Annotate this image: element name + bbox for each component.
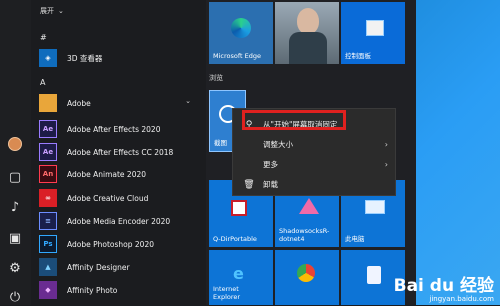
- tile-control-panel[interactable]: 控制面板: [341, 2, 405, 64]
- app-item-adobe-folder[interactable]: Adobe ⌄: [39, 94, 199, 112]
- menu-item-resize[interactable]: 调整大小 ›: [233, 135, 395, 154]
- chrome-icon: [297, 264, 315, 282]
- app-label: Affinity Designer: [67, 262, 130, 272]
- tile-label: Microsoft Edge: [213, 51, 262, 60]
- media-encoder-icon: ≡: [39, 212, 57, 230]
- pictures-icon[interactable]: ▣: [6, 229, 24, 247]
- affinity-photo-icon: ◆: [39, 281, 57, 299]
- q-dir-icon: [231, 200, 247, 216]
- app-item-ae-2020[interactable]: Ae Adobe After Effects 2020: [39, 120, 199, 138]
- person-suit-image: [289, 32, 327, 64]
- tile-label: 控制面板: [345, 51, 371, 60]
- 3d-viewer-icon: ◈: [39, 49, 57, 67]
- app-label: Adobe After Effects 2020: [67, 124, 161, 134]
- app-label: Adobe Media Encoder 2020: [67, 216, 171, 226]
- ie-icon: e: [233, 264, 244, 283]
- app-item-3d-viewer[interactable]: ◈ 3D 查看器: [39, 49, 199, 67]
- tile-person-photo[interactable]: [275, 2, 339, 64]
- documents-icon[interactable]: ▢: [6, 168, 24, 186]
- app-item-photoshop-2020[interactable]: Ps Adobe Photoshop 2020: [39, 235, 199, 253]
- expand-button[interactable]: 展开 ⌄: [40, 6, 64, 16]
- expand-label: 展开: [40, 7, 54, 15]
- affinity-designer-icon: ▲: [39, 258, 57, 276]
- animate-icon: An: [39, 165, 57, 183]
- app-label: Adobe Photoshop 2020: [67, 239, 154, 249]
- menu-item-label: 调整大小: [263, 140, 293, 149]
- user-avatar[interactable]: [8, 137, 22, 151]
- baidu-url: jingyan.baidu.com: [429, 295, 494, 303]
- tile-label: 截图: [214, 138, 227, 147]
- app-list: 展开 ⌄ # ◈ 3D 查看器 A Adobe ⌄ Ae Adobe After…: [31, 0, 206, 305]
- folder-icon: [39, 94, 57, 112]
- app-item-ae-cc-2018[interactable]: Ae Adobe After Effects CC 2018: [39, 143, 199, 161]
- menu-item-more[interactable]: 更多 ›: [233, 155, 395, 174]
- tile-label: 此电脑: [345, 234, 365, 243]
- chevron-down-icon: ⌄: [58, 7, 64, 15]
- tile-label: Internet Explorer: [213, 285, 241, 301]
- app-label: Adobe After Effects CC 2018: [67, 147, 174, 157]
- app-icon: [367, 266, 381, 284]
- app-item-animate-2020[interactable]: An Adobe Animate 2020: [39, 165, 199, 183]
- app-item-creative-cloud[interactable]: ∞ Adobe Creative Cloud: [39, 189, 199, 207]
- control-panel-icon: [366, 20, 384, 36]
- shadowsocks-icon: [299, 198, 319, 214]
- chevron-right-icon: ›: [384, 140, 388, 149]
- photoshop-icon: Ps: [39, 235, 57, 253]
- menu-item-uninstall[interactable]: 🗑 卸载: [233, 175, 395, 194]
- group-title: 浏览: [209, 74, 223, 82]
- power-icon[interactable]: ⏻: [6, 288, 24, 306]
- tile-microsoft-edge[interactable]: Microsoft Edge: [209, 2, 273, 64]
- app-label: 3D 查看器: [67, 53, 103, 63]
- tile-label: ShadowsocksR- dotnet4: [279, 227, 330, 243]
- app-item-affinity-designer[interactable]: ▲ Affinity Designer: [39, 258, 199, 276]
- trash-icon: 🗑: [243, 179, 255, 190]
- person-face-image: [297, 8, 319, 34]
- after-effects-icon: Ae: [39, 120, 57, 138]
- chevron-right-icon: ›: [384, 160, 388, 169]
- baidu-brand: Bai du 经验: [393, 276, 494, 296]
- tile-internet-explorer[interactable]: e Internet Explorer: [209, 250, 273, 305]
- tile-label: Q-DirPortable: [213, 234, 257, 243]
- chevron-down-icon: ⌄: [185, 97, 191, 105]
- computer-icon: [365, 200, 385, 214]
- app-label: Adobe: [67, 98, 91, 108]
- app-label: Adobe Animate 2020: [67, 169, 147, 179]
- section-header-a[interactable]: A: [40, 78, 45, 87]
- start-left-rail: ▢ ♪ ▣ ⚙ ⏻: [0, 0, 31, 305]
- creative-cloud-icon: ∞: [39, 189, 57, 207]
- highlight-box: [242, 110, 346, 130]
- app-item-media-encoder[interactable]: ≡ Adobe Media Encoder 2020: [39, 212, 199, 230]
- menu-item-label: 卸载: [263, 180, 278, 189]
- baidu-watermark: Bai du 经验 jingyan.baidu.com: [393, 276, 494, 304]
- music-icon[interactable]: ♪: [6, 198, 24, 216]
- app-item-affinity-photo[interactable]: ◆ Affinity Photo: [39, 281, 199, 299]
- after-effects-icon: Ae: [39, 143, 57, 161]
- edge-icon: [231, 18, 251, 38]
- section-header-hash[interactable]: #: [40, 33, 47, 42]
- app-label: Affinity Photo: [67, 285, 118, 295]
- menu-item-label: 更多: [263, 160, 278, 169]
- settings-icon[interactable]: ⚙: [6, 259, 24, 277]
- app-label: Adobe Creative Cloud: [67, 193, 149, 203]
- tile-chrome[interactable]: [275, 250, 339, 305]
- desktop-background: [416, 0, 500, 305]
